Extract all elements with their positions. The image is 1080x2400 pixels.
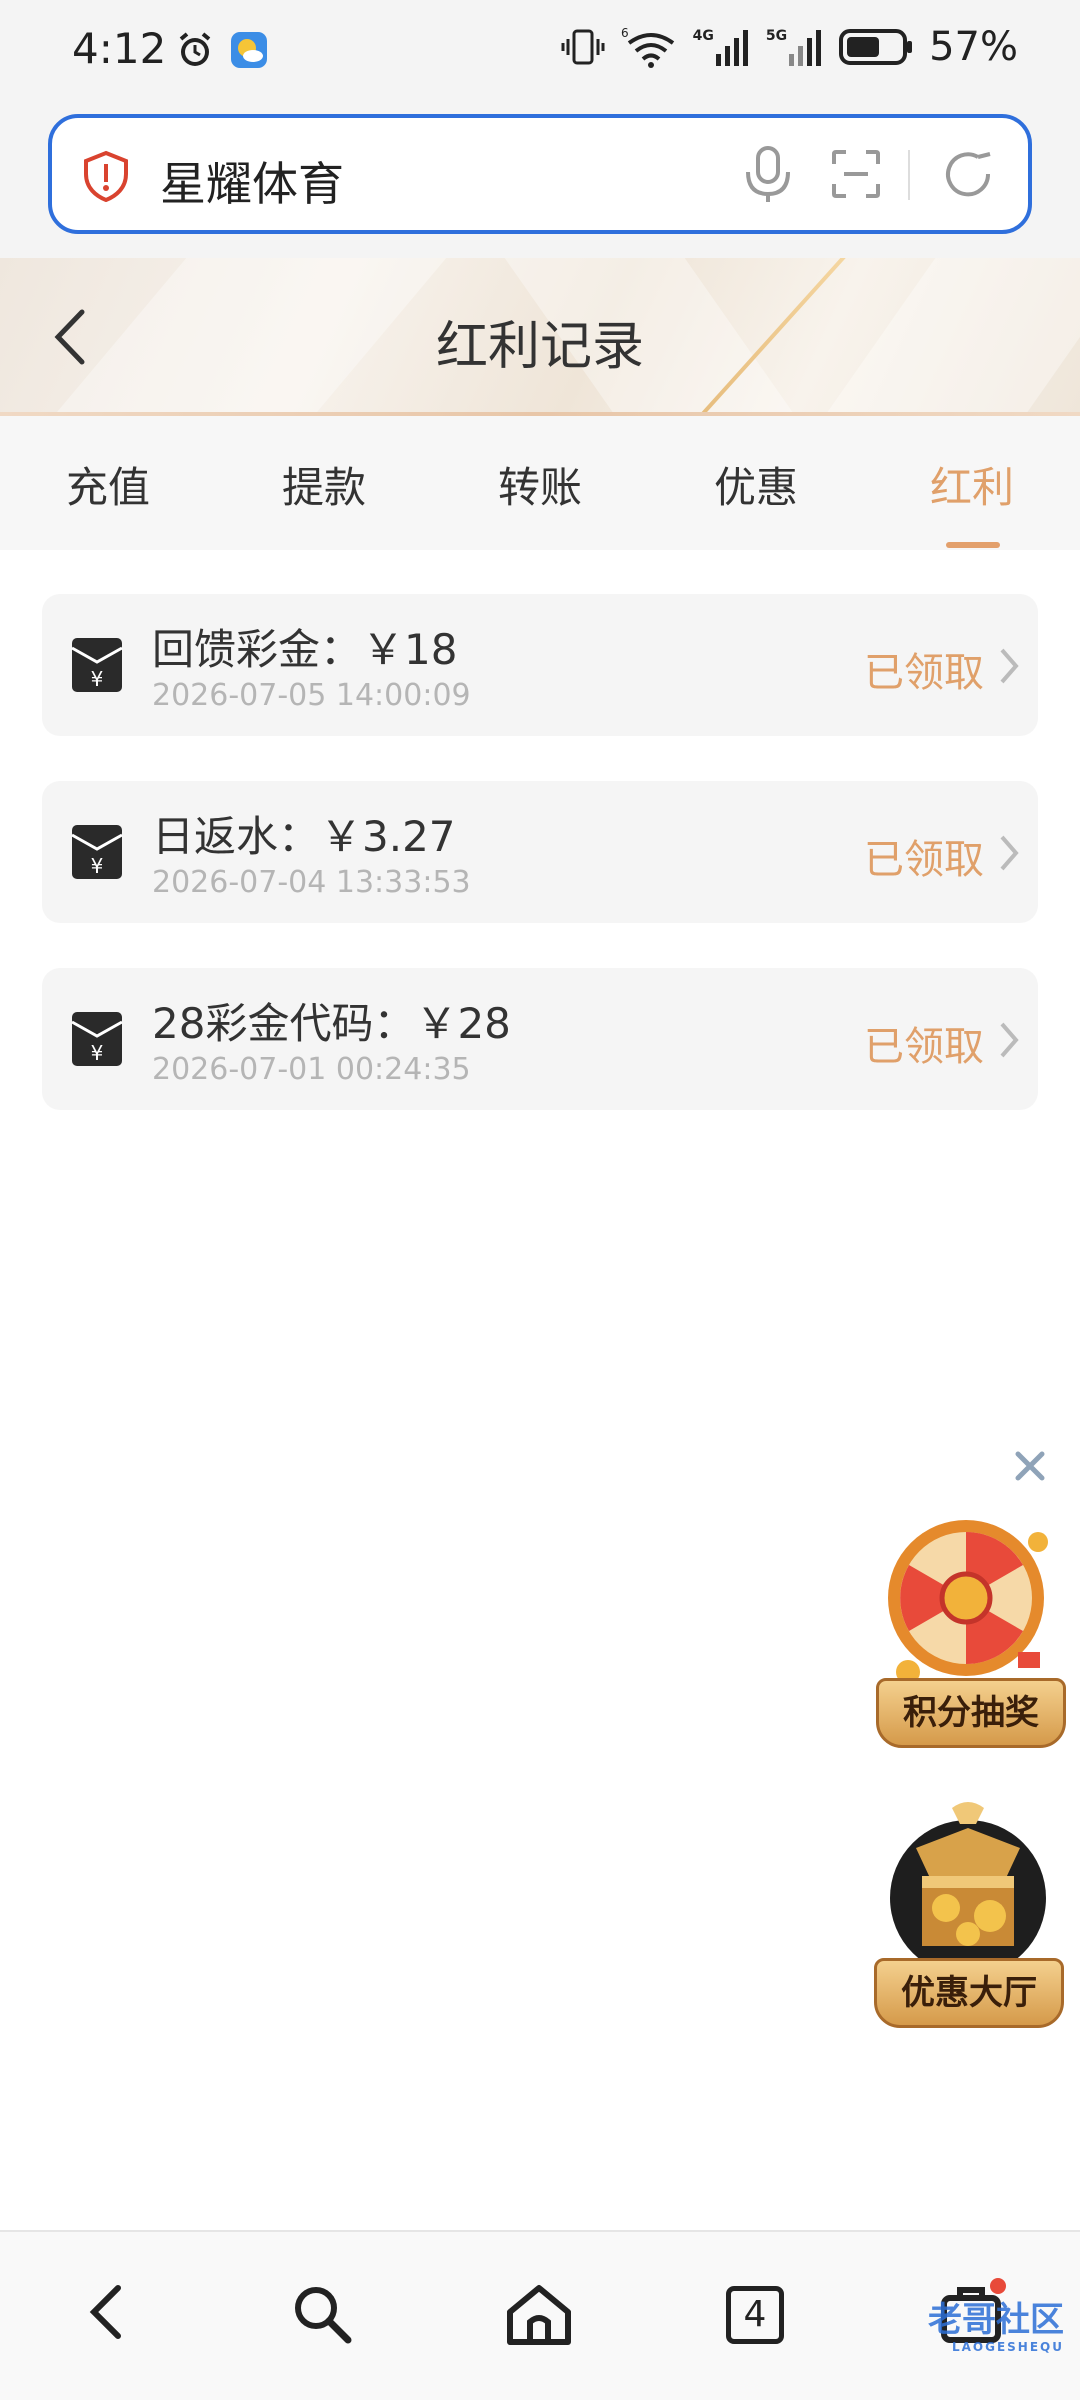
tab-bonus[interactable]: 红利 xyxy=(930,454,1014,515)
red-envelope-icon: ¥ xyxy=(71,1012,123,1066)
browser-toolbar: 星耀体育 xyxy=(0,100,1080,258)
weather-icon xyxy=(231,32,267,68)
record-title: 日返水：￥3.27 xyxy=(152,812,456,861)
network-label-4g: 4G xyxy=(692,28,714,44)
active-tab-indicator xyxy=(946,542,1000,548)
vibrate-icon xyxy=(561,29,605,65)
address-text[interactable]: 星耀体育 xyxy=(160,148,344,214)
address-bar[interactable]: 星耀体育 xyxy=(48,114,1032,234)
prize-wheel-icon xyxy=(888,1520,1048,1684)
chevron-right-icon xyxy=(1000,1022,1019,1058)
watermark-text: 老哥社区 xyxy=(928,2300,1064,2340)
status-time: 4:12 xyxy=(72,24,167,73)
signal-4g: 4G xyxy=(693,28,750,66)
back-nav-icon[interactable] xyxy=(78,2282,138,2342)
chevron-right-icon xyxy=(1000,648,1019,684)
wifi-icon: 6 xyxy=(621,26,674,68)
security-warning-icon[interactable] xyxy=(82,150,130,202)
status-right-icons: 6 4G 5G 57% xyxy=(561,24,1018,70)
record-date: 2026-07-04 13:33:53 xyxy=(152,865,471,900)
scan-icon[interactable] xyxy=(830,148,882,200)
search-icon[interactable] xyxy=(290,2282,354,2346)
network-label-5g: 5G xyxy=(765,28,788,44)
red-envelope-icon: ¥ xyxy=(71,825,123,879)
bonus-record[interactable]: ¥ 日返水：￥3.27 2026-07-04 13:33:53 已领取 xyxy=(42,781,1038,923)
signal-bars-icon xyxy=(715,30,748,66)
close-icon[interactable] xyxy=(1010,1446,1050,1486)
refresh-icon[interactable] xyxy=(938,144,998,204)
tab-count[interactable]: 4 xyxy=(726,2286,784,2344)
microphone-icon[interactable] xyxy=(742,144,794,206)
battery-percent: 57% xyxy=(929,24,1018,70)
points-lottery-widget[interactable]: 积分抽奖 xyxy=(868,1502,1068,1748)
svg-text:¥: ¥ xyxy=(91,1041,104,1065)
page-header: 红利记录 xyxy=(0,258,1080,416)
record-status: 已领取 xyxy=(864,1024,984,1070)
record-tabs: 充值 提款 转账 优惠 红利 xyxy=(0,416,1080,550)
promotion-hall-label[interactable]: 优惠大厅 xyxy=(874,1958,1064,2028)
watermark-subtext: LAOGESHEQU xyxy=(951,2340,1064,2354)
page-title: 红利记录 xyxy=(435,317,644,377)
bonus-record[interactable]: ¥ 回馈彩金：￥18 2026-07-05 14:00:09 已领取 xyxy=(42,594,1038,736)
svg-text:¥: ¥ xyxy=(91,854,104,878)
promotion-hall-widget[interactable]: 优惠大厅 xyxy=(866,1788,1070,2028)
watermark-logo: 老哥社区 LAOGESHEQU xyxy=(834,2300,1064,2380)
tab-transfer[interactable]: 转账 xyxy=(498,454,582,515)
home-icon[interactable] xyxy=(504,2282,574,2346)
red-envelope-icon: ¥ xyxy=(71,638,123,692)
record-title: 回馈彩金：￥18 xyxy=(152,625,458,674)
record-date: 2026-07-01 00:24:35 xyxy=(152,1052,471,1087)
record-status: 已领取 xyxy=(864,650,984,696)
treasure-chest-icon xyxy=(890,1802,1046,1976)
tab-withdraw[interactable]: 提款 xyxy=(282,454,366,515)
status-left-icons xyxy=(175,30,269,70)
status-bar: 4:12 6 4G 5G 57% xyxy=(0,0,1080,100)
alarm-icon xyxy=(179,32,211,66)
record-status: 已领取 xyxy=(864,837,984,883)
record-title: 28彩金代码：￥28 xyxy=(152,999,511,1048)
battery-icon xyxy=(839,29,913,65)
signal-bars-icon xyxy=(789,30,822,66)
points-lottery-label[interactable]: 积分抽奖 xyxy=(876,1678,1066,1748)
chevron-right-icon xyxy=(1000,835,1019,871)
address-bar-divider xyxy=(908,150,910,200)
svg-text:¥: ¥ xyxy=(91,667,104,691)
tab-recharge[interactable]: 充值 xyxy=(66,454,150,515)
screen: 4:12 6 4G 5G 57% 星耀体育 红利记录 充值 提款 转账 优惠 红… xyxy=(0,0,1080,2400)
signal-5g: 5G xyxy=(766,28,823,66)
tab-promotion[interactable]: 优惠 xyxy=(714,454,798,515)
record-date: 2026-07-05 14:00:09 xyxy=(152,678,471,713)
bonus-record[interactable]: ¥ 28彩金代码：￥28 2026-07-01 00:24:35 已领取 xyxy=(42,968,1038,1110)
tabs-button[interactable]: 4 xyxy=(726,2286,784,2344)
svg-text:6: 6 xyxy=(621,26,629,40)
